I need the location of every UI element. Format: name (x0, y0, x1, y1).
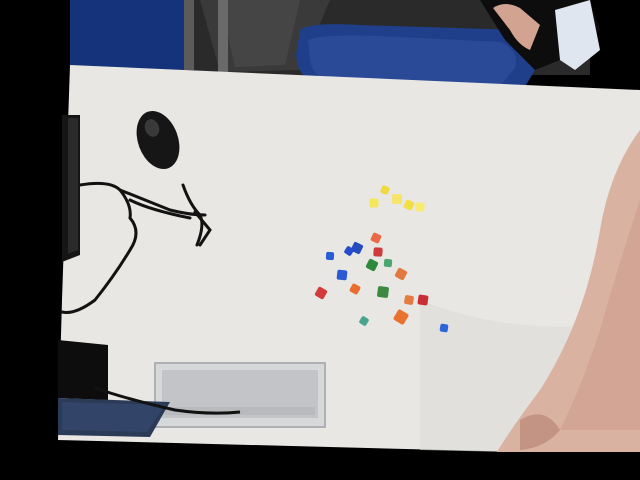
block-piece (404, 295, 414, 305)
block-piece (417, 294, 429, 306)
block-piece (439, 323, 449, 333)
block-piece (325, 251, 335, 261)
block-piece (415, 202, 425, 212)
bottom-border (0, 452, 640, 480)
keyboard (62, 115, 80, 262)
block-piece (369, 198, 379, 208)
overhead-photo (0, 0, 640, 480)
cable-tray (154, 362, 326, 428)
block-piece (391, 193, 403, 205)
block-piece (383, 258, 393, 268)
block-piece (336, 269, 348, 281)
block-piece (373, 247, 383, 257)
block-piece (377, 286, 389, 298)
